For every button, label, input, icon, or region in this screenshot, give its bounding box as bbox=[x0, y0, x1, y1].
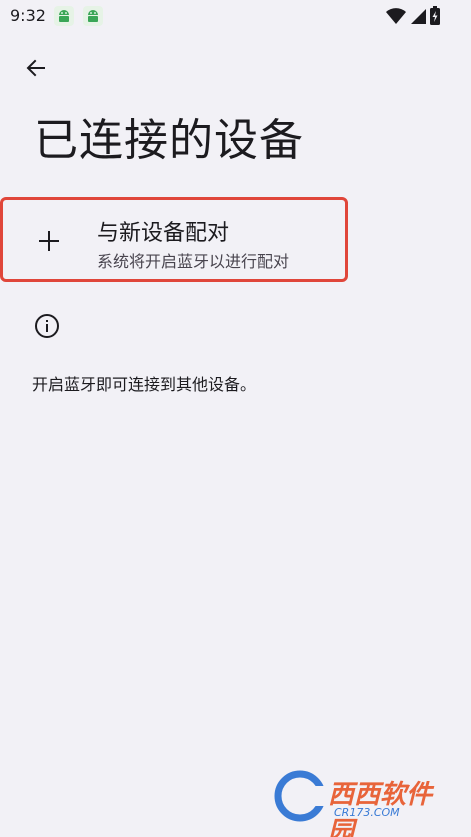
watermark-emblem-icon bbox=[274, 770, 328, 822]
watermark-subtext: CR173.COM bbox=[334, 806, 400, 819]
android-notification-icon bbox=[83, 6, 103, 26]
connected-devices-screen: 9:32 已连接的设备 与新设备配对 系统将开启蓝牙以进行配对 开启蓝牙即可连接… bbox=[0, 0, 471, 837]
status-time: 9:32 bbox=[10, 6, 46, 25]
info-icon bbox=[35, 314, 59, 338]
plus-icon bbox=[39, 231, 59, 251]
bluetooth-info-text: 开启蓝牙即可连接到其他设备。 bbox=[32, 375, 257, 394]
wifi-icon bbox=[385, 7, 407, 25]
page-title: 已连接的设备 bbox=[34, 115, 304, 166]
back-button[interactable] bbox=[18, 50, 54, 86]
battery-charging-icon bbox=[429, 6, 441, 26]
android-notification-icon bbox=[54, 6, 74, 26]
status-indicators bbox=[385, 6, 441, 26]
watermark-logo: 西西软件园 CR173.COM bbox=[272, 766, 452, 837]
status-bar: 9:32 bbox=[0, 0, 471, 32]
cellular-signal-icon bbox=[409, 7, 427, 25]
pair-new-device-item[interactable]: 与新设备配对 系统将开启蓝牙以进行配对 bbox=[0, 197, 348, 282]
pair-new-device-title: 与新设备配对 bbox=[97, 221, 230, 246]
arrow-left-icon bbox=[26, 59, 45, 77]
pair-new-device-subtitle: 系统将开启蓝牙以进行配对 bbox=[97, 252, 290, 271]
